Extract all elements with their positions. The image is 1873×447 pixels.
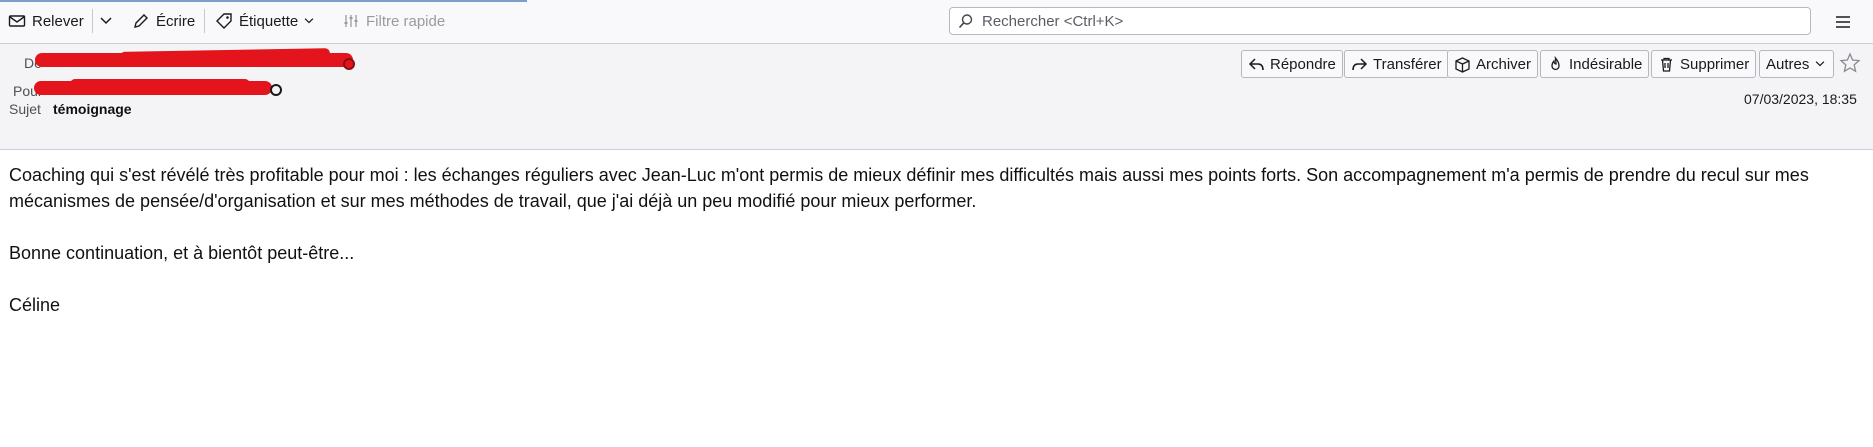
subject-label: Sujet <box>9 101 41 117</box>
forward-label: Transférer <box>1373 55 1442 73</box>
pencil-icon <box>134 14 148 28</box>
get-messages-label: Relever <box>32 12 84 30</box>
more-button[interactable]: Autres <box>1759 50 1835 78</box>
get-messages-button[interactable]: Relever <box>8 8 84 34</box>
archive-box-icon <box>1455 56 1470 73</box>
write-label: Écrire <box>156 12 196 30</box>
toolbar: Relever Écrire Étiquette Filtre rapide <box>0 0 1873 44</box>
chevron-down-icon <box>1816 61 1825 67</box>
message-date: 07/03/2023, 18:35 <box>1744 91 1857 107</box>
chevron-down-icon <box>100 17 112 25</box>
get-messages-dropdown[interactable] <box>97 8 121 34</box>
fire-icon <box>1551 55 1560 70</box>
reply-button[interactable]: Répondre <box>1241 50 1343 78</box>
search-box[interactable] <box>949 7 1811 35</box>
contact-icon[interactable] <box>270 84 282 96</box>
toolbar-divider <box>204 9 205 33</box>
subject-value: témoignage <box>53 101 132 117</box>
trash-icon <box>1661 57 1672 72</box>
chevron-down-icon <box>304 18 314 24</box>
forward-icon <box>1352 57 1368 70</box>
write-button[interactable]: Écrire <box>132 8 195 34</box>
delete-button[interactable]: Supprimer <box>1651 50 1757 78</box>
quick-filter-button[interactable]: Filtre rapide <box>342 8 445 34</box>
envelope-download-icon <box>8 15 26 27</box>
tag-label: Étiquette <box>239 12 299 30</box>
tab-accent-line <box>0 0 527 2</box>
filter-sliders-icon <box>344 15 358 27</box>
forward-button[interactable]: Transférer <box>1344 50 1449 78</box>
message-paragraph: Coaching qui s'est révélé très profitabl… <box>9 165 1809 211</box>
toolbar-divider <box>92 9 93 33</box>
reply-icon <box>1248 57 1264 70</box>
junk-label: Indésirable <box>1569 55 1643 73</box>
delete-label: Supprimer <box>1680 55 1750 73</box>
message-signature: Céline <box>9 295 61 315</box>
to-redaction <box>70 79 250 89</box>
app-menu-icon[interactable] <box>1833 12 1853 32</box>
star-icon[interactable] <box>1839 52 1861 74</box>
archive-button[interactable]: Archiver <box>1447 50 1539 78</box>
message-paragraph: Bonne continuation, et à bientôt peut-êt… <box>9 243 355 263</box>
tag-icon <box>216 13 232 29</box>
search-icon <box>958 14 973 29</box>
junk-button[interactable]: Indésirable <box>1540 50 1650 78</box>
search-input[interactable] <box>980 11 1784 31</box>
quick-filter-label: Filtre rapide <box>366 12 446 30</box>
reply-label: Répondre <box>1270 55 1336 73</box>
archive-label: Archiver <box>1476 55 1532 73</box>
message-body: Coaching qui s'est révélé très profitabl… <box>9 162 1859 318</box>
message-header: De Pour Sujet témoignage Répondre Transf… <box>0 44 1873 150</box>
contact-icon[interactable] <box>343 58 355 70</box>
tag-button[interactable]: Étiquette <box>215 8 316 34</box>
more-label: Autres <box>1766 55 1810 73</box>
